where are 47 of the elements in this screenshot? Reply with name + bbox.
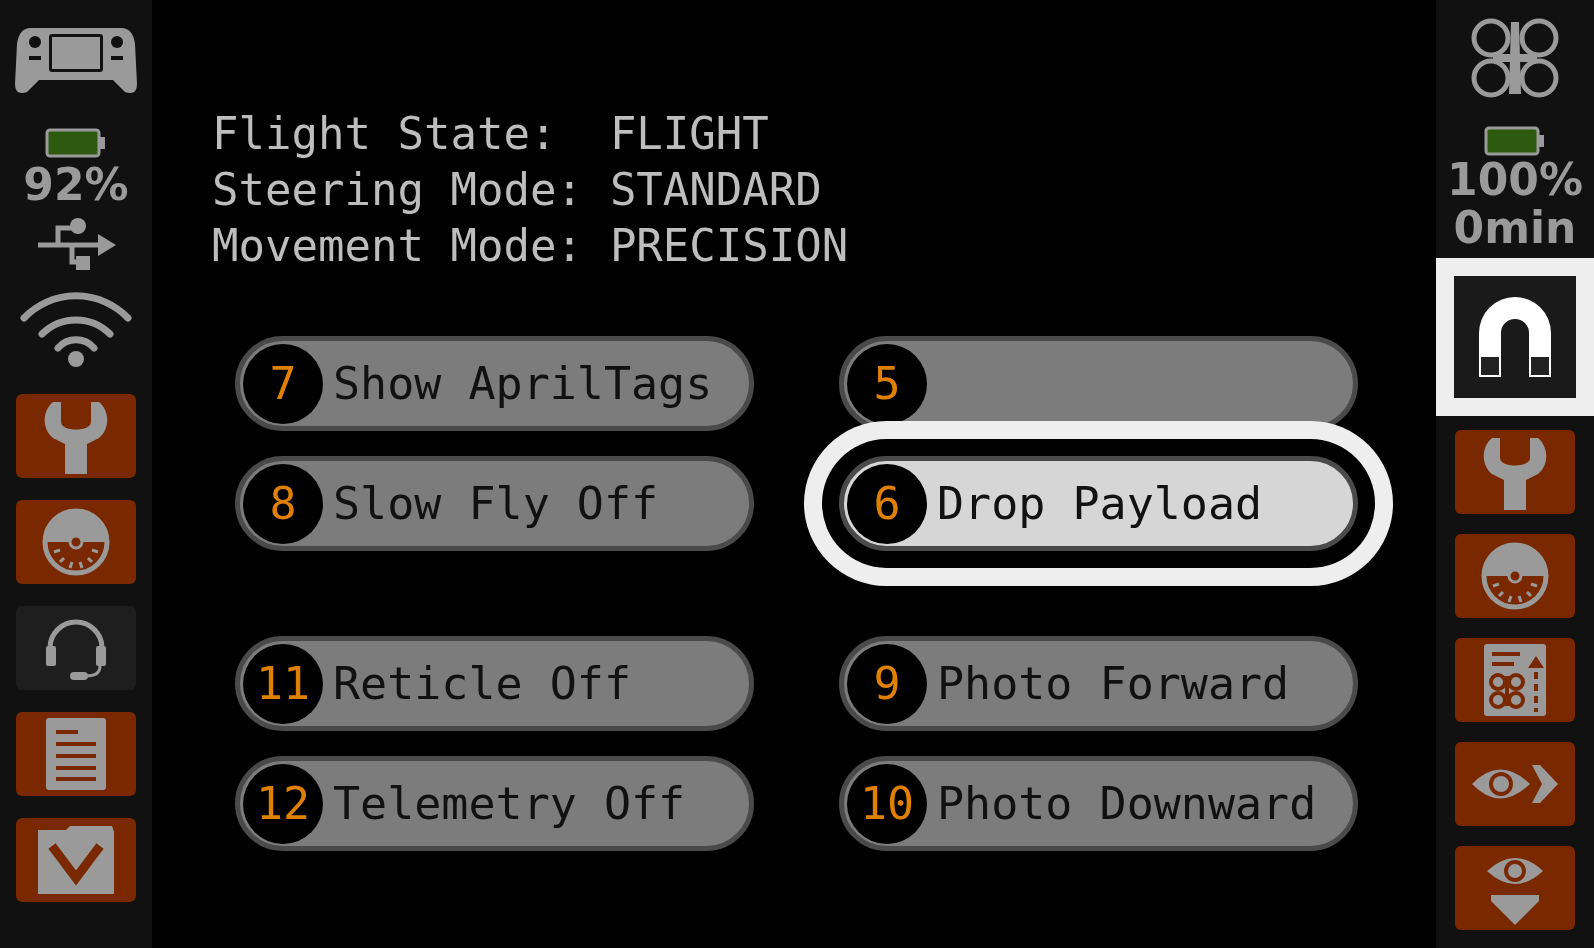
gauge-button[interactable] [1455, 534, 1575, 618]
action-number: 8 [243, 463, 323, 544]
action-number: 9 [847, 643, 927, 724]
status-label: Flight State: [212, 107, 558, 161]
action-button[interactable]: 7 Show AprilTags [235, 336, 754, 431]
battery-icon [45, 128, 107, 158]
action-label: Slow Fly Off [333, 477, 659, 530]
action-number: 7 [243, 343, 323, 424]
folder-download-icon [36, 824, 116, 896]
action-button[interactable]: 9 Photo Forward [839, 636, 1358, 731]
action-label: Photo Forward [937, 657, 1290, 710]
status-label: Steering Mode: [212, 163, 583, 217]
drone-checklist-button[interactable] [1455, 638, 1575, 722]
action-button[interactable]: 12 Telemetry Off [235, 756, 754, 851]
status-value: PRECISION [609, 219, 849, 273]
folder-download-button[interactable] [16, 818, 136, 902]
action-button[interactable]: 11 Reticle Off [235, 636, 754, 731]
action-button[interactable]: 10 Photo Downward [839, 756, 1358, 851]
document-button[interactable] [16, 712, 136, 796]
status-label: Movement Mode: [212, 219, 583, 273]
drone-checklist-icon [1482, 642, 1548, 718]
gauge-button[interactable] [16, 500, 136, 584]
action-number: 6 [847, 463, 927, 544]
eye-down-button[interactable] [1455, 846, 1575, 930]
wrench-button[interactable] [16, 394, 136, 478]
gauge-icon [40, 506, 112, 578]
drone-battery-percent: 100% [1447, 156, 1583, 204]
action-label: Reticle Off [333, 657, 631, 710]
action-label: Telemetry Off [333, 777, 686, 830]
action-number: 12 [243, 763, 323, 844]
document-icon [44, 716, 108, 792]
action-button[interactable]: 8 Slow Fly Off [235, 456, 754, 551]
gauge-icon [1479, 540, 1551, 612]
controller-battery-percent: 92% [23, 160, 129, 210]
battery-icon [1484, 126, 1546, 156]
status-value: FLIGHT [609, 107, 770, 161]
action-number: 5 [847, 343, 927, 424]
flight-time-text: 0min [1453, 204, 1577, 252]
status-value: STANDARD [609, 163, 823, 217]
action-number: 10 [847, 763, 927, 844]
action-label: Show AprilTags [333, 357, 713, 410]
action-label: Drop Payload [937, 477, 1263, 530]
action-number: 11 [243, 643, 323, 724]
magnet-icon [1477, 295, 1553, 379]
wrench-button[interactable] [1455, 430, 1575, 514]
action-label: Photo Downward [937, 777, 1317, 830]
eye-forward-button[interactable] [1455, 742, 1575, 826]
